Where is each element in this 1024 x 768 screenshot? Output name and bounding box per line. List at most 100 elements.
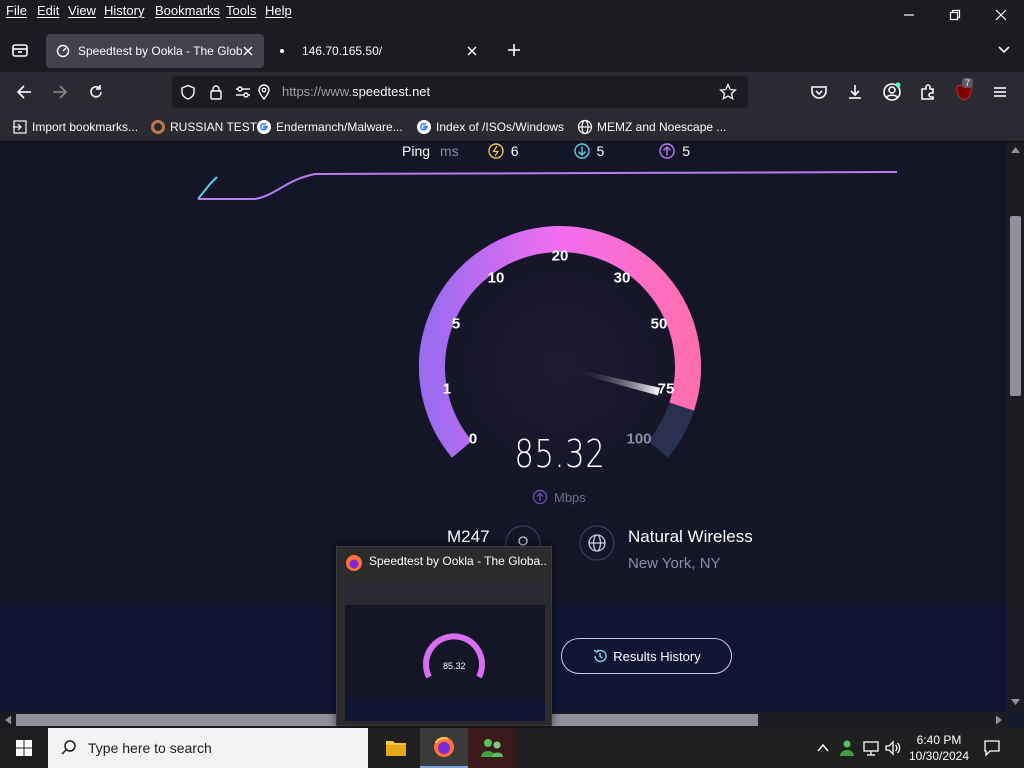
menu-bookmarks[interactable]: Bookmarks (154, 3, 221, 18)
taskbar-search-box[interactable]: Type here to search (48, 728, 368, 768)
minimize-button[interactable] (886, 0, 932, 30)
gauge-tick-label: 1 (442, 380, 452, 398)
download-latency-icon (573, 143, 590, 159)
app-menu-button[interactable] (986, 78, 1014, 106)
tab-speedtest[interactable]: Speedtest by Ookla - The Globa (46, 34, 264, 68)
menu-view[interactable]: View (67, 3, 97, 18)
reload-button[interactable] (82, 78, 110, 106)
url-text[interactable]: https://www.speedtest.net (282, 84, 430, 99)
import-icon (13, 120, 27, 134)
tab-dot-icon (280, 49, 284, 53)
gauge-tick-label: 5 (451, 315, 461, 333)
account-icon (883, 82, 901, 101)
taskbar-thumbnail-preview[interactable]: Speedtest by Ookla - The Globa... 85.32 (336, 546, 552, 726)
plus-icon (508, 44, 520, 56)
gauge-tick-label: 50 (650, 315, 668, 333)
results-history-button[interactable]: Results History (561, 638, 732, 674)
taskbar-users-app[interactable] (468, 728, 516, 768)
tab-list-button[interactable] (6, 36, 34, 64)
firefox-icon (434, 737, 454, 757)
bookmark-endermanch[interactable]: Endermanch/Malware... (256, 118, 403, 136)
downloads-button[interactable] (841, 78, 869, 106)
scroll-left-icon[interactable] (2, 712, 14, 728)
thumbnail-title: Speedtest by Ookla - The Globa... (369, 554, 547, 568)
bookmarks-toolbar: Import bookmarks... RUSSIAN TEST Enderma… (0, 112, 1024, 142)
menu-file[interactable]: File (5, 3, 28, 18)
isp-name: Natural Wireless (628, 527, 753, 546)
download-icon (849, 85, 861, 99)
thumbnail-speed-value: 85.32 (443, 661, 466, 671)
restore-button[interactable] (932, 0, 978, 30)
speedtest-favicon-icon (56, 44, 70, 58)
tab-close-button[interactable] (464, 43, 480, 59)
tab-bar: Speedtest by Ookla - The Globa 146.70.16… (0, 30, 1024, 72)
user-tray-icon[interactable] (838, 739, 856, 757)
bookmark-isos-windows[interactable]: Index of /ISOs/Windows (416, 118, 564, 136)
search-icon (61, 740, 76, 755)
bookmark-label: RUSSIAN TEST (170, 120, 258, 134)
ring-icon (151, 120, 165, 134)
lock-icon[interactable] (208, 84, 224, 100)
ping-row: Ping ms 6 5 5 (402, 142, 690, 160)
list-all-tabs-button[interactable] (990, 36, 1018, 64)
history-icon (593, 649, 607, 663)
vertical-scroll-thumb[interactable] (1010, 216, 1021, 396)
isp-location: New York, NY (628, 555, 721, 572)
menu-tools[interactable]: Tools (225, 3, 257, 18)
hamburger-menu-icon (994, 87, 1006, 97)
users-icon (481, 739, 503, 757)
extensions-button[interactable] (914, 78, 942, 106)
account-button[interactable] (878, 78, 906, 106)
extension-badge: 7 (962, 78, 974, 88)
speed-unit: Mbps (554, 490, 586, 505)
menu-history[interactable]: History (103, 3, 145, 18)
scroll-down-icon[interactable] (1007, 696, 1024, 708)
url-scheme: https://www. (282, 84, 353, 99)
scroll-right-icon[interactable] (993, 712, 1005, 728)
close-window-button[interactable] (978, 0, 1024, 30)
scroll-up-icon[interactable] (1007, 144, 1024, 156)
bookmark-label: MEMZ and Noescape ... (597, 120, 727, 134)
ublock-button[interactable]: 7 (950, 78, 978, 106)
location-pin-icon[interactable] (256, 84, 272, 100)
tab-label: 146.70.165.50/ (302, 44, 383, 58)
bookmark-russian-test[interactable]: RUSSIAN TEST (150, 118, 257, 136)
puzzle-icon (921, 84, 934, 100)
restore-icon (949, 9, 961, 21)
forward-button[interactable] (46, 78, 74, 106)
taskbar-firefox[interactable] (420, 728, 468, 768)
url-bar[interactable]: https://www.speedtest.net (172, 76, 748, 108)
bookmark-star-icon[interactable] (719, 83, 737, 101)
network-icon[interactable] (862, 739, 880, 757)
tab-close-button[interactable] (240, 43, 256, 59)
server-name[interactable]: M247 (447, 527, 490, 547)
shield-icon[interactable] (180, 84, 196, 100)
search-placeholder: Type here to search (88, 740, 212, 756)
url-host: speedtest.net (352, 84, 431, 99)
ping-unit: ms (440, 143, 459, 159)
new-tab-button[interactable] (500, 36, 528, 64)
folder-icon (386, 741, 406, 756)
bookmark-memz[interactable]: MEMZ and Noescape ... (577, 118, 726, 136)
upload-arrow-icon (532, 489, 548, 505)
notifications-icon[interactable] (983, 739, 1001, 757)
ping-label: Ping (402, 143, 431, 159)
pocket-button[interactable] (805, 78, 833, 106)
gauge-tick-label: 75 (657, 380, 675, 398)
show-hidden-icons-icon[interactable] (816, 741, 830, 755)
close-icon (995, 9, 1007, 21)
taskbar-file-explorer[interactable] (372, 728, 420, 768)
system-clock[interactable]: 6:40 PM 10/30/2024 (898, 732, 980, 764)
vertical-scrollbar[interactable] (1007, 142, 1024, 712)
tab-ip-address[interactable]: 146.70.165.50/ (270, 34, 488, 68)
windows-logo-icon (16, 740, 32, 756)
menu-edit[interactable]: Edit (36, 3, 60, 18)
tab-label: Speedtest by Ookla - The Globa (78, 44, 242, 58)
permissions-icon[interactable] (234, 84, 252, 100)
back-button[interactable] (10, 78, 38, 106)
start-button[interactable] (0, 728, 48, 768)
bookmark-label: Import bookmarks... (32, 120, 139, 134)
results-history-label: Results History (613, 648, 701, 664)
bookmark-import[interactable]: Import bookmarks... (12, 118, 138, 136)
menu-help[interactable]: Help (264, 3, 293, 18)
